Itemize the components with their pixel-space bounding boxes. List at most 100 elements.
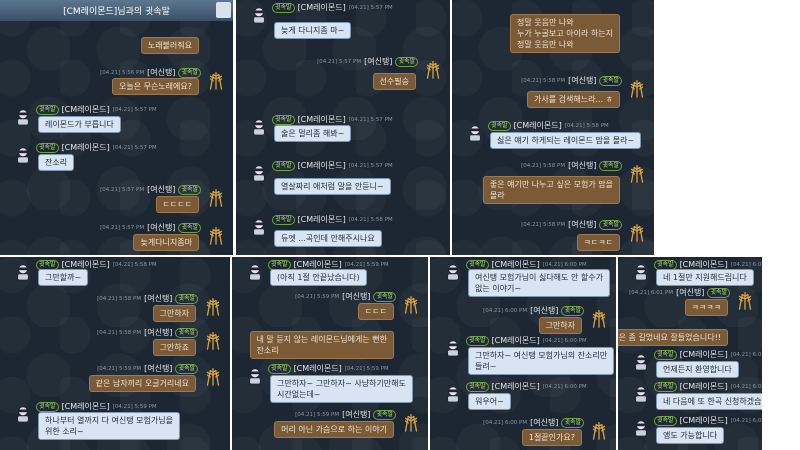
whisper-badge: 귓속말 <box>178 184 201 195</box>
whisper-badge: 귓속말 <box>36 259 59 270</box>
message-bubble: 레이몬드가 부릅니다 <box>38 116 121 133</box>
whisper-badge: 귓속말 <box>561 305 584 316</box>
avatar <box>444 339 462 357</box>
sender-name: [CM레이몬드] <box>61 143 110 152</box>
message-header: 귓속말 [CM레이몬드] [04.21] 5:57 PM <box>272 160 393 171</box>
wheat-icon <box>205 186 227 208</box>
message-time: [04.21] 5:58 PM <box>112 261 157 268</box>
message-header: 귓속말[CM레이몬드][04.21] 6:02 PM <box>654 381 762 392</box>
whisper-badge: 귓속말 <box>272 114 295 125</box>
sender-name: [CM레이몬드] <box>491 336 540 345</box>
message-time: [04.21] 5:57 PM <box>348 4 393 11</box>
whisper-badge: 귓속말 <box>36 401 59 412</box>
message-time: [04.21] 5:59 PM <box>295 293 340 300</box>
message-time: [04.21] 5:57 PM <box>100 186 145 193</box>
avatar <box>632 419 650 437</box>
avatar <box>14 146 32 164</box>
message-time: [04.21] 6:01 PM <box>730 351 762 358</box>
message-bubble: 네 1절만 지원해드립니다 <box>656 269 754 286</box>
whisper-badge: 귓속말 <box>466 381 489 392</box>
whisper-badge: 귓속말 <box>373 291 396 302</box>
avatar <box>250 164 268 182</box>
message-time: [04.21] 6:00 PM <box>542 261 587 268</box>
message-bubble: 그만할까~ <box>38 269 89 286</box>
message-header: [04.21] 5:59 PM [여신탱] 귓속말 <box>97 363 198 374</box>
message-header: [04.21] 5:57 PM [여신탱] 귓속말 <box>100 222 201 233</box>
message-time: [04.21] 5:59 PM <box>112 403 157 410</box>
whisper-badge: 귓속말 <box>272 160 295 171</box>
message-time: [04.21] 5:58 PM <box>521 77 566 84</box>
sender-name: [CM레이몬드] <box>679 350 728 359</box>
avatar <box>14 405 32 423</box>
wheat-icon <box>205 69 227 91</box>
sender-name: [CM레이몬드] <box>61 105 110 114</box>
message-header: 귓속말[CM레이몬드][04.21] 6:01 PM <box>654 349 762 360</box>
wheat-icon <box>202 295 224 317</box>
whisper-badge: 귓속말 <box>466 335 489 346</box>
message-bubble: 가사를 검색해느라... ㅎ <box>527 91 620 108</box>
window-title-bar[interactable]: [CM레이몬드]님과의 귓속말 <box>0 0 233 21</box>
whisper-badge: 귓속말 <box>599 219 622 230</box>
whisper-badge: 귓속말 <box>466 259 489 270</box>
message-header: [04.21] 5:58 PM [여신탱] 귓속말 <box>97 293 198 304</box>
sender-name: [여신탱] <box>144 364 173 373</box>
message-bubble: (아직 1절 안끝났습니다) <box>270 269 367 286</box>
message-line: 그만하자~ 그만하자~ 사냥하기만해도 <box>277 379 406 388</box>
sender-name: [여신탱] <box>530 418 559 427</box>
whisper-badge: 귓속말 <box>654 415 677 426</box>
message-line: 없는 이야기~ <box>475 284 522 293</box>
whisper-badge: 귓속말 <box>395 56 418 67</box>
wheat-icon <box>205 224 227 246</box>
whisper-badge: 귓속말 <box>654 259 677 270</box>
whisper-badge: 귓속말 <box>175 293 198 304</box>
avatar <box>632 263 650 281</box>
message-bubble: 정말 웃음만 나와 누가 누굴보고 아이라 하는지 정말 웃음만 나와 <box>510 14 620 53</box>
message-header: 귓속말 [CM레이몬드] [04.21] 5:59 PM <box>268 363 389 374</box>
popout-icon[interactable] <box>216 2 231 18</box>
message-time: [04.21] 5:57 PM <box>100 224 145 231</box>
message-bubble: 열살짜리 애처럼 말을 안듣니~ <box>274 178 391 195</box>
message-time: [04.21] 5:59 PM <box>97 365 142 372</box>
message-bubble: 워우어~ <box>468 393 511 410</box>
message-line: 좋은 얘기만 나누고 싶은 모험가 맘을 <box>489 180 613 189</box>
whisper-badge: 귓속말 <box>654 349 677 360</box>
message-line: 누가 누굴보고 아이라 하는지 <box>517 29 613 38</box>
wheat-icon <box>626 77 648 99</box>
message-header: 귓속말 [CM레이몬드] [04.21] 5:58 PM <box>488 120 609 131</box>
chat-panel-7: 귓속말[CM레이몬드][04.21] 6:01 PM네 1절만 지원해드립니다[… <box>618 257 762 450</box>
whisper-badge: 귓속말 <box>175 327 198 338</box>
whisper-badge: 귓속말 <box>373 409 396 420</box>
chat-panel-4: 귓속말 [CM레이몬드] [04.21] 5:58 PM 그만할까~ [04.21] 5… <box>0 257 230 450</box>
window-title: [CM레이몬드]님과의 귓속말 <box>63 7 170 17</box>
sender-name: [여신탱] <box>144 328 173 337</box>
message-header: [04.21] 6:00 PM [여신탱] 귓속말 <box>483 305 584 316</box>
message-bubble: 내 말 듣지 않는 레이몬드님에게는 뻔한 잔소리 <box>249 331 394 359</box>
wheat-icon <box>400 411 422 433</box>
message-time: [04.21] 6:01 PM <box>730 261 762 268</box>
message-bubble: 그만하자 <box>152 305 196 322</box>
sender-name: [CM레이몬드] <box>297 161 346 170</box>
avatar <box>14 108 32 126</box>
message-line: 시간없는데~ <box>277 390 321 399</box>
whisper-badge: 귓속말 <box>175 363 198 374</box>
message-header: 귓속말 [CM레이몬드] [04.21] 6:00 PM <box>466 335 587 346</box>
chat-panel-6: 귓속말 [CM레이몬드] [04.21] 6:00 PM 여신탱 모험가님이 싫다해도… <box>430 257 616 450</box>
sender-name: [CM레이몬드] <box>513 121 562 130</box>
whisper-badge: 귓속말 <box>178 222 201 233</box>
whisper-badge: 귓속말 <box>36 142 59 153</box>
message-bubble: ㄷㄷㄷㄷ <box>155 196 199 213</box>
avatar <box>250 118 268 136</box>
message-bubble: 그만하자~ 그만하자~ 사냥하기만해도시간없는데~ <box>270 375 413 403</box>
message-header: 귓속말 [CM레이몬드] [04.21] 5:57 PM <box>36 104 157 115</box>
sender-name: [CM레이몬드] <box>293 364 342 373</box>
whisper-badge: 귓속말 <box>707 287 730 298</box>
sender-name: [CM레이몬드] <box>297 215 346 224</box>
sender-name: [여신탱] <box>147 185 176 194</box>
whisper-badge: 귓속말 <box>599 160 622 171</box>
message-bubble: ㅋㅋㅋㅋ <box>684 299 728 316</box>
avatar <box>632 385 650 403</box>
message-bubble: 그만하자~ 여신탱 모험가님의 잔소리만 들려~ <box>468 347 615 375</box>
whisper-badge: 귓속말 <box>268 363 291 374</box>
wheat-icon <box>626 162 648 184</box>
sender-name: [여신탱] <box>147 223 176 232</box>
